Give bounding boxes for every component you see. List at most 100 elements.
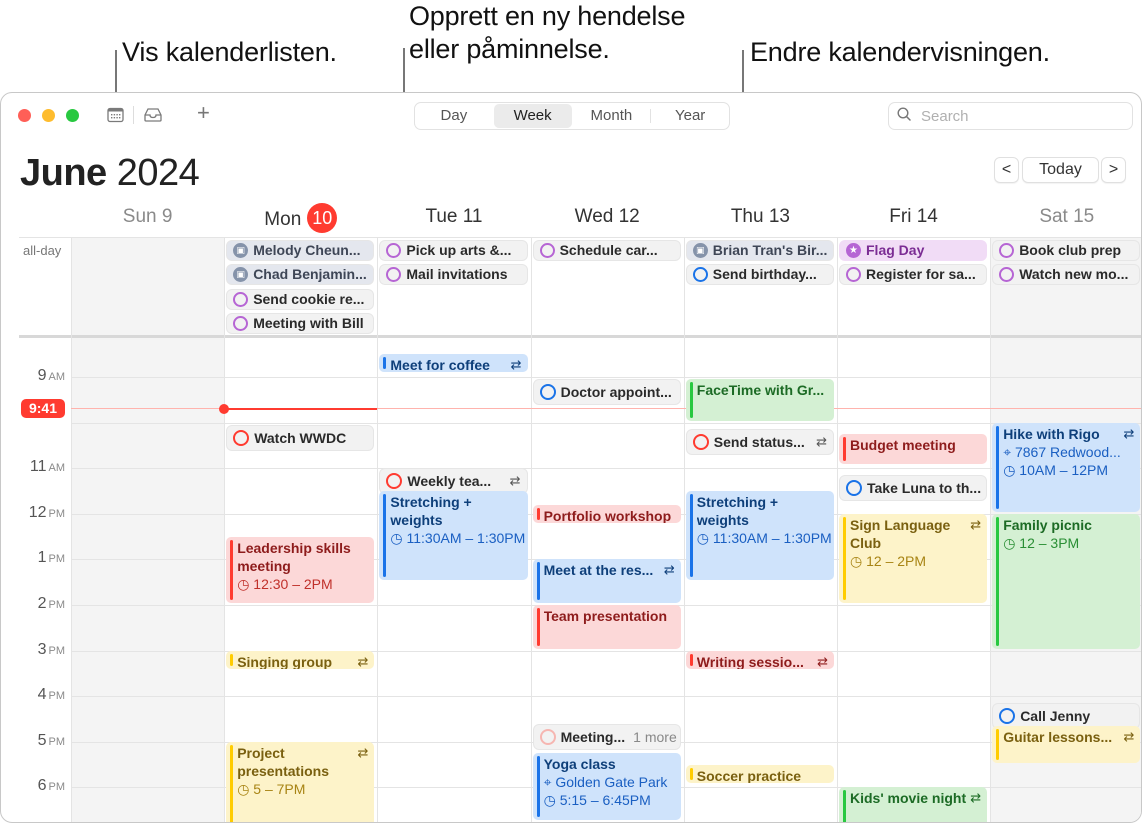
- previous-week-button[interactable]: <: [994, 157, 1019, 183]
- reminder-circle-icon[interactable]: [999, 708, 1016, 725]
- event-time-text: 5:15 – 6:45PM: [559, 792, 651, 809]
- close-window-button[interactable]: [18, 109, 31, 122]
- reminder-circle-icon[interactable]: [233, 315, 249, 331]
- calendar-event[interactable]: Family picnic ◷ 12 – 3PM: [992, 513, 1141, 649]
- calendar-event[interactable]: Kids' movie night ⇄: [839, 787, 988, 822]
- calendar-event[interactable]: Guitar lessons... ⇄: [992, 725, 1141, 763]
- repeat-icon: ⇄: [509, 473, 521, 489]
- tab-week[interactable]: Week: [493, 104, 572, 128]
- event-title: Project presentations: [237, 744, 329, 779]
- allday-event[interactable]: Watch new mo...: [992, 264, 1141, 286]
- calendar-event[interactable]: Hike with Rigo ⌖ 7867 Redwood... ◷ 10AM – …: [992, 422, 1141, 512]
- day-header-label: Mon: [264, 209, 302, 231]
- reminder-circle-icon[interactable]: [233, 291, 249, 307]
- reminder-circle-icon[interactable]: [233, 429, 250, 446]
- event-time-text: 12 – 3PM: [1019, 534, 1080, 551]
- repeat-icon: ⇄: [1123, 425, 1135, 441]
- day-header[interactable]: Wed 12: [531, 205, 684, 229]
- reminder[interactable]: Take Luna to th...: [839, 475, 988, 502]
- calendar-event[interactable]: Team presentation: [532, 605, 681, 649]
- allday-event[interactable]: Mail invitations: [379, 264, 528, 286]
- zoom-window-button[interactable]: [66, 109, 79, 122]
- search-placeholder: Search: [921, 108, 969, 125]
- reminder-circle-icon[interactable]: [539, 243, 555, 258]
- day-header[interactable]: Mon 10: [224, 203, 377, 233]
- reminder-circle-icon[interactable]: [386, 243, 402, 258]
- day-header[interactable]: Sat 15: [990, 205, 1141, 229]
- reminder-circle-icon[interactable]: [999, 243, 1015, 258]
- calendar-event[interactable]: Portfolio workshop: [532, 504, 681, 523]
- day-column-divider: [990, 237, 992, 822]
- reminder-circle-icon[interactable]: [539, 384, 556, 401]
- allday-separator: [19, 335, 1141, 338]
- calendar-event[interactable]: Sign Language Club ◷ 12 – 2PM ⇄: [839, 513, 988, 603]
- next-week-button[interactable]: >: [1101, 157, 1126, 183]
- reminder[interactable]: Meeting... 1 more: [532, 723, 681, 750]
- calendar-event[interactable]: Meet at the res... ⇄: [532, 559, 681, 603]
- minimize-window-button[interactable]: [42, 109, 55, 122]
- reminder-circle-icon[interactable]: [692, 434, 709, 451]
- hour-number: 3: [37, 640, 47, 658]
- calendar-event[interactable]: Yoga class ⌖ Golden Gate Park ◷ 5:15 – 6:4…: [532, 753, 681, 820]
- reminder-circle-icon[interactable]: [846, 480, 862, 497]
- calendar-event[interactable]: FaceTime with Gr...: [685, 379, 834, 421]
- reminder-title: Doctor appoint...: [560, 384, 672, 401]
- day-header[interactable]: Tue 11: [377, 205, 530, 229]
- reminder-circle-icon[interactable]: [386, 473, 403, 490]
- hour-label: 5 PM: [19, 732, 65, 750]
- allday-event[interactable]: ▣ Brian Tran's Bir...: [685, 240, 834, 261]
- event-time: ◷ 5:15 – 6:45PM: [544, 791, 677, 809]
- day-header[interactable]: Thu 13: [684, 205, 837, 229]
- allday-event[interactable]: Send cookie re...: [226, 288, 375, 310]
- calendar-event[interactable]: Project presentations ◷ 5 – 7PM ⇄: [226, 741, 375, 822]
- allday-event[interactable]: ▣ Melody Cheun...: [226, 240, 375, 261]
- calendar-list-button[interactable]: [107, 107, 124, 129]
- event-color-bar: [843, 516, 846, 600]
- more-events-link[interactable]: 1 more: [633, 729, 677, 745]
- hour-label: 9 AM: [19, 367, 65, 385]
- calendar-event[interactable]: Soccer practice: [685, 764, 834, 784]
- calendar-event[interactable]: Leadership skills meeting ◷ 12:30 – 2PM: [226, 536, 375, 603]
- today-button[interactable]: Today: [1022, 157, 1099, 183]
- search-field[interactable]: Search: [888, 102, 1133, 130]
- reminder-circle-icon[interactable]: [539, 728, 556, 745]
- calendar-event[interactable]: Stretching + weights ◷ 11:30AM – 1:30PM: [379, 491, 528, 581]
- allday-event[interactable]: Meeting with Bill: [226, 312, 375, 334]
- tab-day[interactable]: Day: [415, 103, 493, 129]
- event-title: Budget meeting: [850, 437, 956, 453]
- reminder[interactable]: Send status... ⇄: [685, 429, 834, 456]
- allday-event[interactable]: Send birthday...: [685, 264, 834, 286]
- calendar-event[interactable]: Singing group ⇄: [226, 650, 375, 670]
- allday-event[interactable]: ★ Flag Day: [839, 240, 988, 261]
- add-event-button[interactable]: +: [197, 102, 210, 124]
- day-header[interactable]: Fri 14: [837, 205, 990, 229]
- allday-event[interactable]: Register for sa...: [839, 264, 988, 286]
- reminder[interactable]: Doctor appoint...: [532, 379, 681, 406]
- gift-icon: ▣: [233, 243, 249, 258]
- day-column-divider: [837, 237, 838, 822]
- tab-month[interactable]: Month: [573, 103, 651, 129]
- hour-ampm: AM: [48, 371, 66, 383]
- calendar-event[interactable]: Budget meeting: [839, 434, 988, 464]
- reminder-circle-icon[interactable]: [999, 267, 1015, 283]
- calendar-event[interactable]: Stretching + weights ◷ 11:30AM – 1:30PM: [685, 491, 834, 581]
- calendar-event[interactable]: Writing sessio... ⇄: [685, 650, 834, 670]
- reminder-circle-icon[interactable]: [846, 267, 861, 283]
- allday-event[interactable]: Pick up arts &...: [379, 240, 528, 261]
- allday-event[interactable]: ▣ Chad Benjamin...: [226, 264, 375, 286]
- tab-year[interactable]: Year: [651, 103, 729, 129]
- reminder[interactable]: Watch WWDC: [226, 424, 375, 451]
- day-header[interactable]: Sun 9: [71, 205, 224, 229]
- allday-event[interactable]: Schedule car...: [532, 240, 681, 261]
- reminder-circle-icon[interactable]: [692, 267, 708, 283]
- reminder-circle-icon[interactable]: [386, 267, 402, 283]
- allday-event[interactable]: Book club prep: [992, 240, 1141, 261]
- repeat-icon: ⇄: [357, 653, 369, 669]
- calendar-event[interactable]: Meet for coffee ⇄: [379, 354, 528, 373]
- inbox-button[interactable]: [143, 107, 163, 129]
- allday-event-title: Send birthday...: [712, 266, 817, 283]
- allday-event-title: Brian Tran's Bir...: [712, 242, 828, 258]
- clock-icon: ◷: [1003, 461, 1020, 478]
- clock-icon: ◷: [390, 530, 407, 546]
- day-column-divider: [224, 237, 226, 822]
